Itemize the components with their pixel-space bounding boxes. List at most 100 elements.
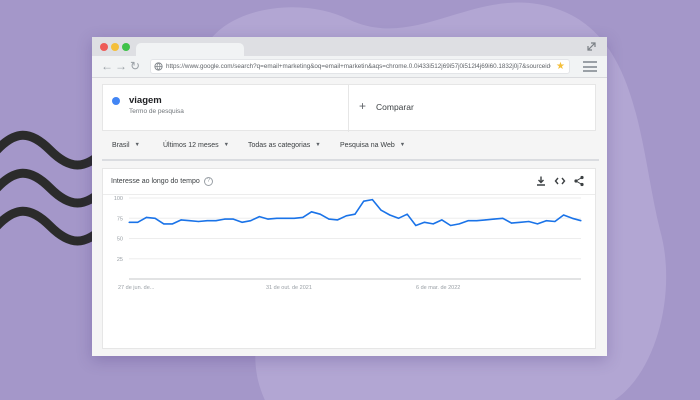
search-type-filter-label: Pesquisa na Web xyxy=(340,142,395,149)
data-point xyxy=(345,215,347,217)
data-point xyxy=(241,221,243,223)
data-point xyxy=(363,200,365,202)
back-arrow-icon[interactable]: ← xyxy=(100,59,114,73)
data-point xyxy=(493,218,495,220)
data-point xyxy=(423,221,426,223)
data-point xyxy=(197,220,200,223)
data-point xyxy=(232,218,234,220)
browser-tab[interactable] xyxy=(136,43,244,56)
filter-bar: Brasil ▼ Últimos 12 meses ▼ Todas as categ… xyxy=(102,138,596,158)
download-icon[interactable] xyxy=(535,175,547,187)
browser-navbar: ← → ↻ https://www.google.com/search?q=em… xyxy=(92,56,607,78)
search-term-subtitle: Termo de pesquisa xyxy=(129,108,184,115)
data-point xyxy=(502,217,504,219)
minimize-window-button[interactable] xyxy=(111,43,119,51)
y-tick-label: 25 xyxy=(117,257,123,263)
data-point xyxy=(545,220,547,222)
data-point xyxy=(467,220,469,222)
data-point xyxy=(415,224,417,227)
data-point xyxy=(215,220,217,222)
x-tick-label: 27 de jun. de... xyxy=(118,285,155,291)
y-tick-label: 50 xyxy=(117,237,123,243)
expand-icon[interactable] xyxy=(585,40,598,53)
search-term-name[interactable]: viagem xyxy=(129,95,162,106)
site-info-icon[interactable] xyxy=(154,62,163,71)
caret-down-icon: ▼ xyxy=(315,142,321,148)
search-term-card: viagem Termo de pesquisa + Comparar xyxy=(102,84,596,132)
address-bar[interactable]: https://www.google.com/search?q=email+ma… xyxy=(150,59,570,74)
x-tick-label: 6 de mar. de 2022 xyxy=(416,285,460,291)
data-point xyxy=(302,216,304,218)
period-filter-label: Últimos 12 meses xyxy=(163,142,219,149)
data-point xyxy=(258,216,260,218)
data-point xyxy=(510,222,513,224)
chart-title: Interesse ao longo do tempo xyxy=(111,178,200,185)
category-filter[interactable]: Todas as categorias ▼ xyxy=(248,142,321,149)
data-point xyxy=(554,220,556,223)
data-point xyxy=(484,219,486,221)
caret-down-icon: ▼ xyxy=(399,142,406,148)
search-type-filter[interactable]: Pesquisa na Web ▼ xyxy=(340,142,405,149)
data-point xyxy=(476,220,478,222)
caret-down-icon: ▼ xyxy=(134,142,140,148)
maximize-window-button[interactable] xyxy=(122,43,130,51)
filter-divider xyxy=(102,159,599,161)
series-line xyxy=(129,198,582,227)
data-point xyxy=(528,220,530,223)
share-icon[interactable] xyxy=(573,175,585,187)
plus-icon[interactable]: + xyxy=(359,99,366,113)
data-point xyxy=(137,221,139,223)
term-color-dot xyxy=(112,97,120,105)
interest-over-time-card: Interesse ao longo do tempo ? 25 50 75 100 2… xyxy=(102,168,596,349)
data-point xyxy=(284,217,287,219)
menu-icon[interactable] xyxy=(583,61,597,73)
period-filter[interactable]: Últimos 12 meses ▼ xyxy=(163,142,229,149)
browser-titlebar xyxy=(92,37,607,56)
browser-window: ← → ↻ https://www.google.com/search?q=em… xyxy=(92,37,607,356)
y-tick-label: 75 xyxy=(117,216,123,222)
data-point xyxy=(354,213,356,215)
chart-actions xyxy=(535,175,587,187)
data-point xyxy=(180,219,182,221)
data-point xyxy=(276,217,278,219)
data-point xyxy=(319,213,321,215)
category-filter-label: Todas as categorias xyxy=(248,142,311,149)
data-point xyxy=(406,213,408,215)
star-icon[interactable]: ★ xyxy=(556,61,565,73)
data-point xyxy=(571,217,573,219)
region-filter-label: Brasil xyxy=(112,142,130,149)
data-point xyxy=(371,199,373,201)
data-point xyxy=(206,220,208,222)
data-point xyxy=(328,218,330,220)
region-filter[interactable]: Brasil ▼ xyxy=(112,142,140,149)
data-point xyxy=(337,219,339,221)
forward-arrow-icon[interactable]: → xyxy=(114,59,128,73)
close-window-button[interactable] xyxy=(100,43,108,51)
data-point xyxy=(536,223,539,225)
help-icon[interactable]: ? xyxy=(204,177,213,186)
data-point xyxy=(580,220,582,222)
data-point xyxy=(293,217,295,219)
data-point xyxy=(432,223,434,225)
y-tick-label: 100 xyxy=(114,196,123,202)
data-point xyxy=(310,211,313,213)
embed-icon[interactable] xyxy=(554,175,566,187)
data-point xyxy=(145,216,147,218)
data-point xyxy=(441,219,443,221)
interest-line-chart: 25 50 75 100 27 de jun. de... 31 de out. de 2… xyxy=(114,196,582,291)
data-point xyxy=(397,217,400,219)
data-point xyxy=(154,217,156,219)
data-point xyxy=(250,220,252,222)
compare-button[interactable]: Comparar xyxy=(376,102,414,112)
term-card-divider xyxy=(348,85,349,132)
reload-icon[interactable]: ↻ xyxy=(128,59,142,73)
data-point xyxy=(458,223,460,225)
data-point xyxy=(519,221,521,223)
caret-down-icon: ▼ xyxy=(223,142,230,148)
x-tick-label: 31 de out. de 2021 xyxy=(266,285,312,291)
data-point xyxy=(389,214,391,216)
url-text[interactable]: https://www.google.com/search?q=email+ma… xyxy=(166,62,551,72)
data-point xyxy=(189,220,191,222)
data-point xyxy=(380,209,382,211)
data-point xyxy=(163,223,165,225)
